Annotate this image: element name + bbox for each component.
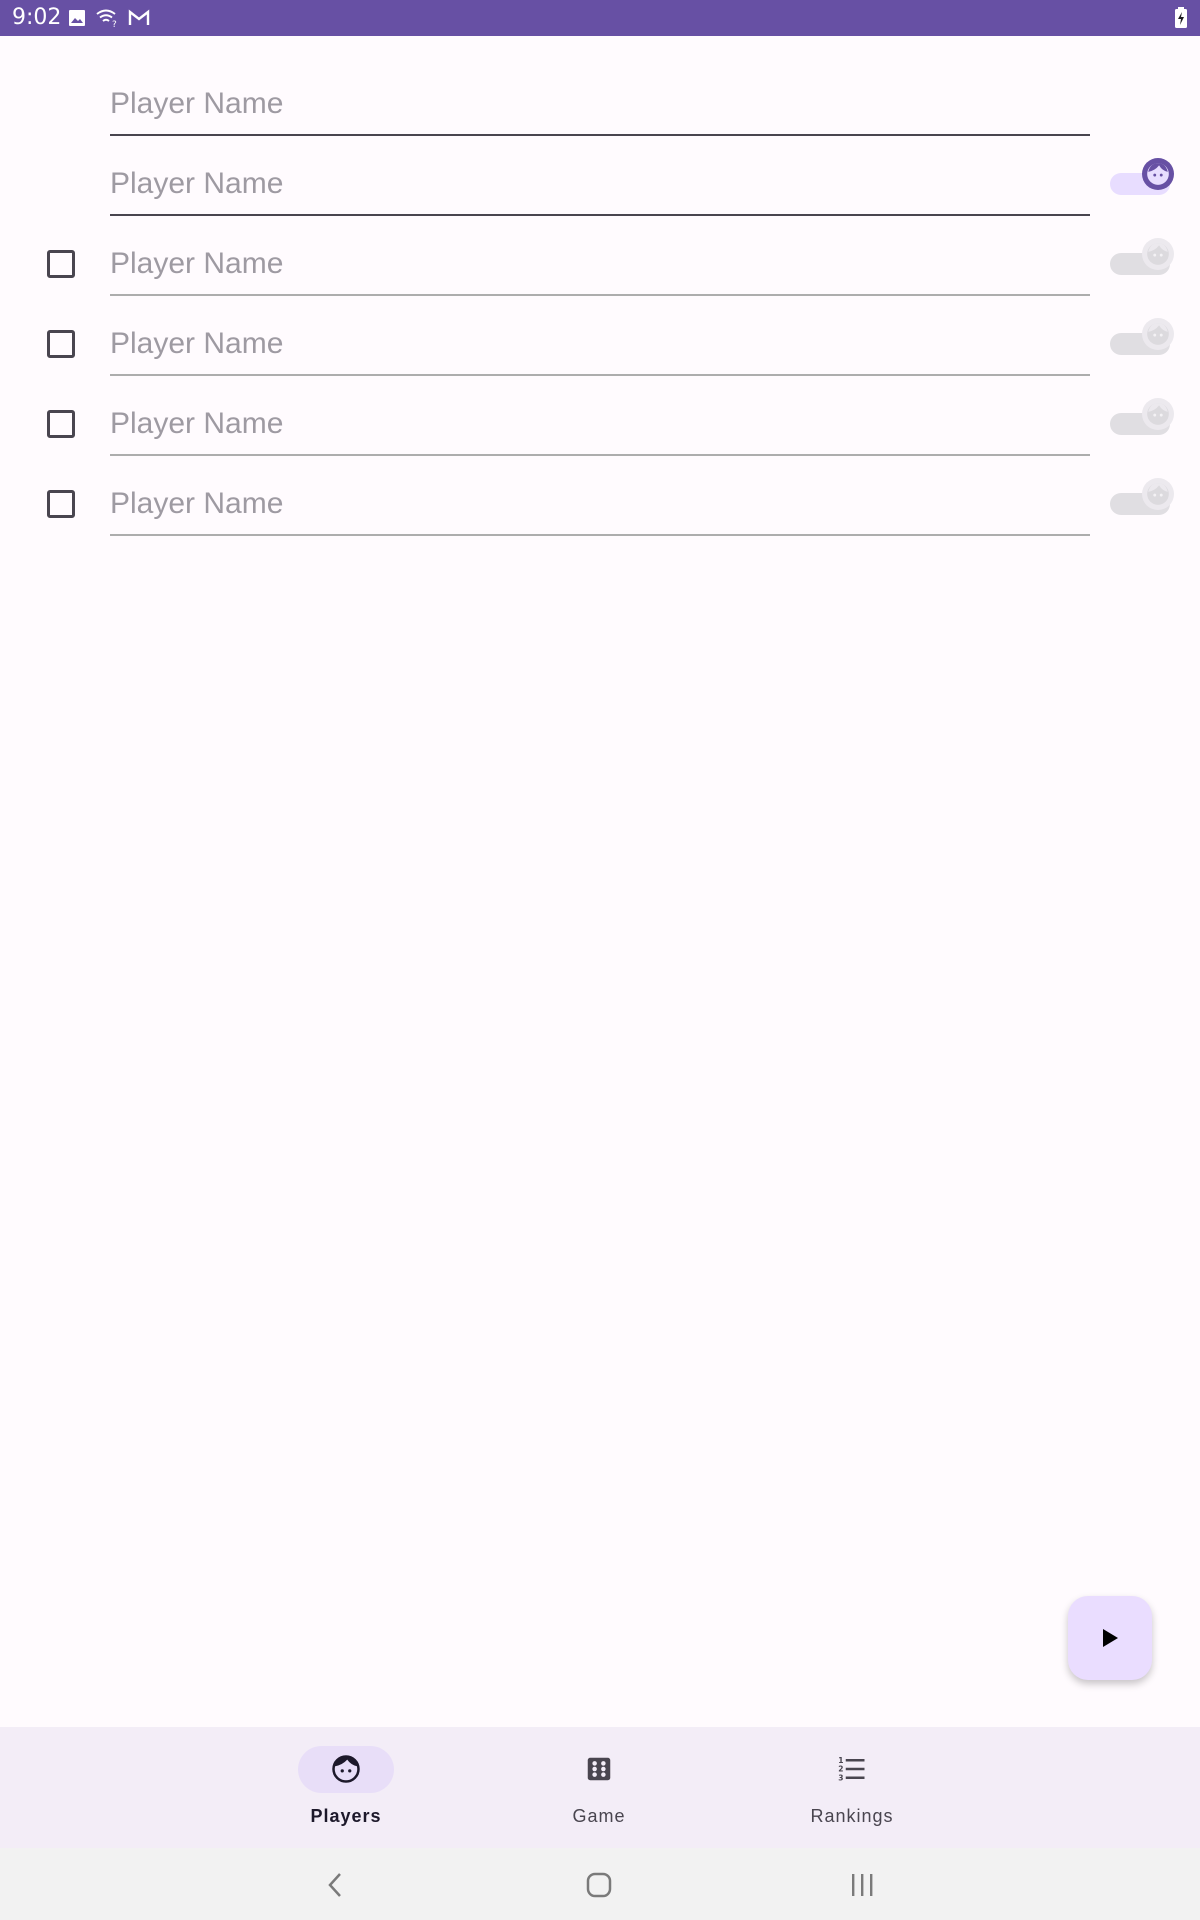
image-icon bbox=[69, 10, 85, 26]
nav-item-rankings[interactable]: 123 Rankings bbox=[752, 1727, 952, 1848]
bottom-navigation: Players Game 123 Rankings bbox=[0, 1727, 1200, 1848]
start-game-fab[interactable] bbox=[1068, 1596, 1152, 1680]
player-row bbox=[0, 224, 1200, 304]
field-underline bbox=[110, 454, 1090, 456]
gmail-icon bbox=[128, 9, 150, 25]
face-icon bbox=[1147, 243, 1169, 265]
player-name-field[interactable] bbox=[110, 234, 1090, 296]
player-row bbox=[0, 144, 1200, 224]
system-navigation-bar bbox=[0, 1848, 1200, 1920]
face-icon bbox=[1147, 483, 1169, 505]
face-icon bbox=[1147, 403, 1169, 425]
player-name-input[interactable] bbox=[110, 394, 1090, 454]
nav-label: Players bbox=[310, 1806, 382, 1826]
player-name-input[interactable] bbox=[110, 474, 1090, 534]
player-toggle[interactable] bbox=[1110, 398, 1174, 435]
player-toggle[interactable] bbox=[1110, 478, 1174, 515]
player-checkbox[interactable] bbox=[47, 250, 75, 278]
player-name-input[interactable] bbox=[110, 154, 1090, 214]
player-row bbox=[0, 64, 1200, 144]
back-icon[interactable] bbox=[319, 1868, 353, 1902]
status-time: 9:02 bbox=[12, 5, 62, 30]
numbered-list-icon: 123 bbox=[838, 1756, 865, 1782]
face-icon bbox=[332, 1755, 360, 1783]
toggle-thumb bbox=[1142, 398, 1174, 430]
battery-charging-icon bbox=[1175, 7, 1187, 28]
svg-text:?: ? bbox=[112, 20, 117, 28]
player-name-input[interactable] bbox=[110, 314, 1090, 374]
player-name-field[interactable] bbox=[110, 154, 1090, 216]
nav-item-game[interactable]: Game bbox=[499, 1727, 699, 1848]
player-toggle[interactable] bbox=[1110, 158, 1174, 195]
player-row bbox=[0, 464, 1200, 544]
nav-label: Game bbox=[572, 1806, 626, 1826]
svg-text:2: 2 bbox=[838, 1765, 843, 1774]
field-underline bbox=[110, 534, 1090, 536]
player-name-input[interactable] bbox=[110, 74, 1090, 134]
player-row bbox=[0, 384, 1200, 464]
toggle-thumb bbox=[1142, 478, 1174, 510]
toggle-thumb bbox=[1142, 238, 1174, 270]
player-name-input[interactable] bbox=[110, 234, 1090, 294]
svg-text:1: 1 bbox=[838, 1756, 843, 1765]
dice-icon bbox=[587, 1757, 611, 1781]
player-name-field[interactable] bbox=[110, 74, 1090, 136]
toggle-thumb bbox=[1142, 158, 1174, 190]
player-toggle[interactable] bbox=[1110, 318, 1174, 355]
nav-label: Rankings bbox=[810, 1806, 894, 1826]
face-icon bbox=[1147, 163, 1169, 185]
player-name-field[interactable] bbox=[110, 314, 1090, 376]
player-name-field[interactable] bbox=[110, 394, 1090, 456]
field-underline bbox=[110, 214, 1090, 216]
player-toggle[interactable] bbox=[1110, 238, 1174, 275]
player-checkbox[interactable] bbox=[47, 490, 75, 518]
svg-text:3: 3 bbox=[838, 1773, 843, 1782]
field-underline bbox=[110, 294, 1090, 296]
player-name-field[interactable] bbox=[110, 474, 1090, 536]
toggle-thumb bbox=[1142, 318, 1174, 350]
home-icon[interactable] bbox=[582, 1868, 616, 1902]
nav-item-players[interactable]: Players bbox=[246, 1727, 446, 1848]
status-bar: 9:02 ? bbox=[0, 0, 1200, 36]
recents-icon[interactable] bbox=[845, 1868, 879, 1902]
player-checkbox[interactable] bbox=[47, 330, 75, 358]
wifi-unknown-icon: ? bbox=[96, 9, 117, 28]
player-row bbox=[0, 304, 1200, 384]
field-underline bbox=[110, 374, 1090, 376]
player-checkbox[interactable] bbox=[47, 410, 75, 438]
field-underline bbox=[110, 134, 1090, 136]
play-icon bbox=[1103, 1629, 1118, 1647]
face-icon bbox=[1147, 323, 1169, 345]
